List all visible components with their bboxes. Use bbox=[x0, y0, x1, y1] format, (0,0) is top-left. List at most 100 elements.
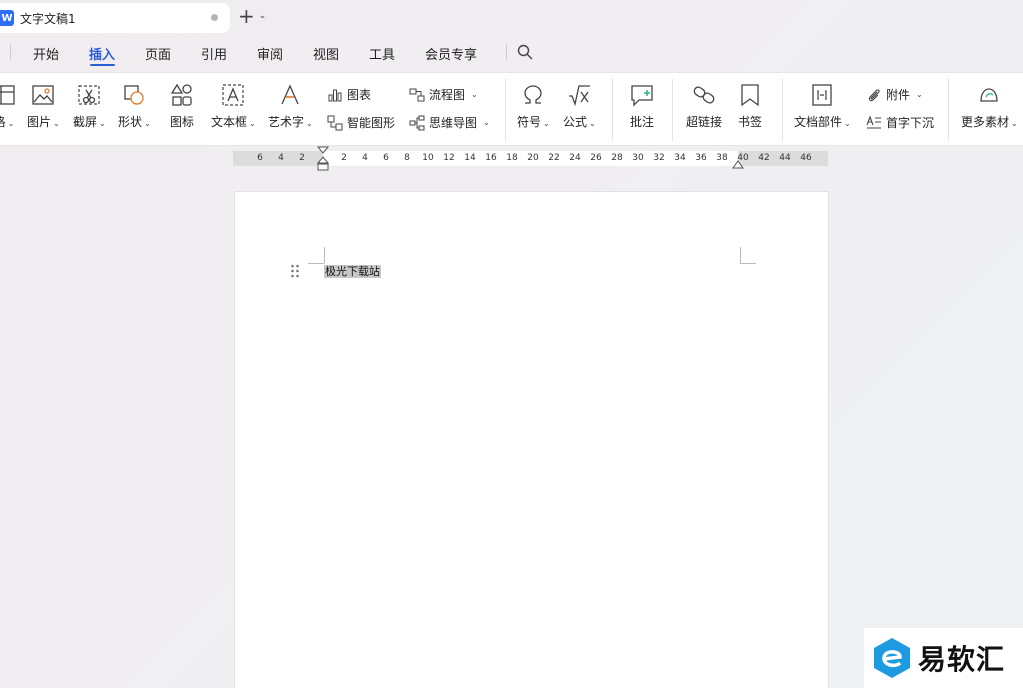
comment-label: 批注 bbox=[630, 115, 655, 129]
chevron-down-icon: ⌄ bbox=[249, 119, 256, 128]
icons-library-icon bbox=[170, 83, 192, 106]
mindmap-icon bbox=[409, 115, 425, 130]
ruler-tick-label: 8 bbox=[404, 153, 410, 163]
bookmark-button[interactable]: 书签 bbox=[738, 83, 762, 130]
ruler-tick-label: 24 bbox=[569, 153, 581, 163]
attachment-button[interactable]: 附件 ⌄ bbox=[866, 86, 923, 103]
table-icon bbox=[0, 85, 15, 105]
attachment-label: 附件 bbox=[886, 88, 911, 102]
chart-button[interactable]: 图表 bbox=[327, 86, 371, 103]
wordart-button[interactable]: 艺术字 ⌄ bbox=[268, 83, 313, 130]
docparts-label: 文档部件 bbox=[794, 115, 843, 129]
margin-corner-mark bbox=[740, 263, 756, 264]
formula-button[interactable]: 公式 ⌄ bbox=[563, 83, 596, 130]
insert-ribbon: 格⌄ 图片⌄ 截屏⌄ 形状⌄ 图标 文本框⌄ 艺术字⌄ 图表 智能图形 流程图 … bbox=[0, 72, 1023, 146]
drag-handle-icon[interactable] bbox=[290, 264, 300, 278]
omega-icon bbox=[524, 85, 543, 104]
chevron-down-icon: ⌄ bbox=[7, 119, 15, 128]
tab-page[interactable]: 页面 bbox=[145, 44, 171, 63]
docparts-icon bbox=[812, 84, 833, 106]
selected-text[interactable]: 极光下载站 bbox=[324, 265, 381, 278]
chevron-down-icon: ⌄ bbox=[144, 119, 151, 128]
search-icon[interactable] bbox=[517, 44, 533, 60]
picture-icon bbox=[32, 85, 55, 105]
scissors-icon bbox=[78, 85, 100, 105]
margin-corner-mark bbox=[308, 263, 324, 264]
tab-review[interactable]: 审阅 bbox=[257, 44, 283, 63]
document-tab-title: 文字文稿1 bbox=[20, 11, 76, 26]
tab-bar: W 文字文稿1 + ⌄ bbox=[0, 0, 1023, 36]
ribbon-divider bbox=[505, 79, 506, 141]
tab-references[interactable]: 引用 bbox=[201, 44, 227, 63]
chevron-down-icon: ⌄ bbox=[1011, 119, 1018, 128]
chevron-down-icon: ⌄ bbox=[844, 119, 851, 128]
watermark-logo-icon bbox=[874, 638, 910, 678]
horizontal-ruler[interactable]: 6 4 2 2 4 6 8 10 12 14 16 18 20 22 24 26 28 30 32 34 36 38 40 4… bbox=[233, 146, 828, 171]
ruler-tick-label: 30 bbox=[632, 153, 644, 163]
chevron-down-icon[interactable]: ⌄ bbox=[259, 11, 267, 21]
smartart-button[interactable]: 智能图形 bbox=[327, 114, 395, 131]
flowchart-button[interactable]: 流程图 ⌄ bbox=[409, 86, 478, 103]
tab-view[interactable]: 视图 bbox=[313, 44, 339, 63]
formula-label: 公式 bbox=[563, 115, 588, 129]
ruler-tick-label: 14 bbox=[464, 153, 476, 163]
shape-label: 形状 bbox=[118, 115, 143, 129]
ruler-tick-label: 26 bbox=[590, 153, 602, 163]
watermark: 易软汇 bbox=[864, 628, 1023, 688]
wps-writer-icon: W bbox=[0, 10, 14, 26]
table-button[interactable]: 格⌄ bbox=[0, 83, 16, 130]
dropcap-label: 首字下沉 bbox=[886, 116, 935, 130]
symbol-label: 符号 bbox=[517, 115, 542, 129]
screenshot-button[interactable]: 截屏 ⌄ bbox=[73, 83, 106, 130]
picture-button[interactable]: 图片 ⌄ bbox=[27, 83, 60, 130]
ruler-tick-label: 46 bbox=[800, 153, 812, 163]
bar-chart-icon bbox=[328, 89, 342, 101]
icon-button[interactable]: 图标 bbox=[170, 83, 194, 130]
document-page[interactable]: 极光下载站 bbox=[234, 191, 829, 688]
chevron-down-icon: ⌄ bbox=[589, 119, 596, 128]
tab-tools[interactable]: 工具 bbox=[369, 44, 395, 63]
more-materials-button[interactable]: 更多素材 ⌄ bbox=[961, 83, 1018, 130]
textbox-button[interactable]: 文本框 ⌄ bbox=[211, 83, 256, 130]
smartart-label: 智能图形 bbox=[347, 116, 396, 130]
ruler-tick-label: 6 bbox=[257, 153, 263, 163]
ribbon-divider bbox=[948, 79, 949, 141]
indent-marker-icon[interactable] bbox=[317, 146, 329, 174]
plus-icon: + bbox=[238, 4, 255, 28]
unsaved-dot-icon[interactable] bbox=[211, 14, 218, 21]
comment-icon bbox=[631, 85, 653, 107]
document-tab[interactable]: W 文字文稿1 bbox=[0, 3, 230, 33]
chevron-down-icon: ⌄ bbox=[99, 119, 106, 128]
new-tab-button[interactable]: + ⌄ bbox=[238, 6, 266, 26]
dropcap-icon bbox=[866, 114, 881, 129]
flowchart-icon bbox=[409, 88, 425, 101]
ruler-tick-label: 34 bbox=[674, 153, 686, 163]
margin-corner-mark bbox=[324, 247, 325, 263]
ruler-tick-label: 38 bbox=[716, 153, 728, 163]
dropcap-button[interactable]: 首字下沉 bbox=[866, 114, 934, 131]
comment-button[interactable]: 批注 bbox=[630, 83, 654, 130]
docparts-button[interactable]: 文档部件 ⌄ bbox=[794, 83, 851, 130]
tab-insert[interactable]: 插入 bbox=[89, 44, 115, 63]
chevron-down-icon: ⌄ bbox=[471, 90, 478, 99]
ruler-tick-label: 12 bbox=[443, 153, 455, 163]
chevron-down-icon: ⌄ bbox=[306, 119, 313, 128]
tab-member[interactable]: 会员专享 bbox=[425, 44, 477, 63]
tab-home[interactable]: 开始 bbox=[33, 44, 59, 63]
ruler-tick-label: 4 bbox=[362, 153, 368, 163]
hyperlink-button[interactable]: 超链接 bbox=[686, 83, 722, 130]
screenshot-label: 截屏 bbox=[73, 115, 98, 129]
ruler-tick-label: 42 bbox=[758, 153, 770, 163]
symbol-button[interactable]: 符号 ⌄ bbox=[517, 83, 550, 130]
ruler-tick-label: 20 bbox=[527, 153, 539, 163]
mindmap-button[interactable]: 思维导图 ⌄ bbox=[409, 114, 490, 131]
formula-icon bbox=[569, 85, 591, 107]
ruler-tick-label: 10 bbox=[422, 153, 434, 163]
chevron-down-icon: ⌄ bbox=[483, 118, 490, 127]
textbox-label: 文本框 bbox=[211, 115, 248, 129]
shape-button[interactable]: 形状 ⌄ bbox=[118, 83, 151, 130]
ruler-tick-label: 32 bbox=[653, 153, 665, 163]
flowchart-label: 流程图 bbox=[429, 88, 466, 102]
ruler-tick-label: 4 bbox=[278, 153, 284, 163]
hyperlink-label: 超链接 bbox=[686, 115, 723, 129]
